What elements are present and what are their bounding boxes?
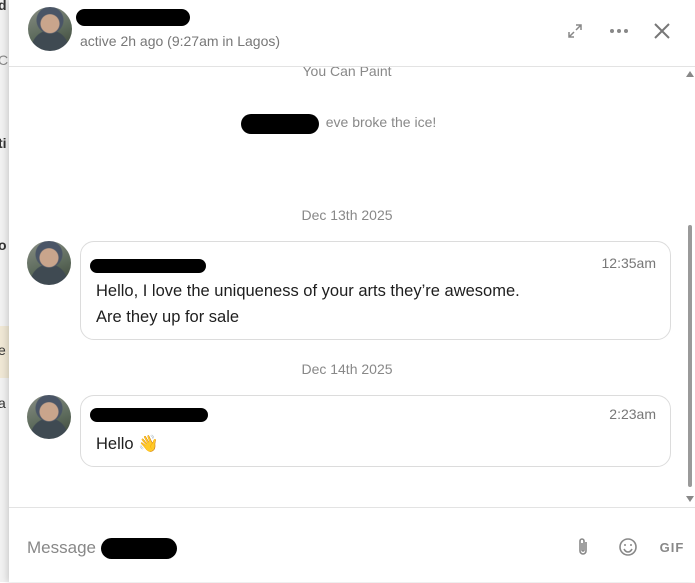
expand-icon bbox=[568, 24, 582, 38]
avatar[interactable] bbox=[28, 7, 72, 51]
avatar[interactable] bbox=[27, 241, 71, 285]
gif-label: GIF bbox=[659, 539, 685, 555]
date-separator: Dec 13th 2025 bbox=[301, 207, 393, 223]
context-label: You Can Paint bbox=[302, 67, 392, 79]
gif-button[interactable]: GIF bbox=[657, 536, 687, 558]
message-input[interactable]: Message bbox=[27, 538, 96, 558]
redacted-placeholder-name bbox=[101, 538, 177, 559]
paperclip-icon bbox=[579, 538, 587, 555]
more-options-button[interactable] bbox=[606, 18, 632, 44]
background-fragment: d bbox=[0, 0, 7, 13]
background-fragment: a bbox=[0, 395, 6, 411]
ice-breaker-notice: eve broke the ice! bbox=[9, 114, 685, 130]
message-time: 2:23am bbox=[609, 406, 656, 422]
ice-breaker-text: eve broke the ice! bbox=[325, 114, 437, 130]
contact-status: active 2h ago (9:27am in Lagos) bbox=[80, 33, 281, 49]
close-icon bbox=[654, 23, 670, 39]
redacted-name bbox=[241, 114, 319, 134]
scroll-down-icon[interactable] bbox=[686, 496, 694, 502]
message-list: You Can Paint eve broke the ice! Dec 13t… bbox=[9, 67, 685, 507]
message-card: 2:23am Hello 👋 bbox=[80, 395, 671, 467]
avatar[interactable] bbox=[27, 395, 71, 439]
scroll-up-icon[interactable] bbox=[686, 71, 694, 77]
redacted-sender-name bbox=[90, 408, 208, 422]
message-time: 12:35am bbox=[601, 255, 656, 271]
background-fragment: e bbox=[0, 342, 6, 358]
scrollbar-thumb[interactable] bbox=[688, 225, 692, 487]
chat-window: active 2h ago (9:27am in Lagos) You Can … bbox=[9, 0, 695, 582]
message-composer: Message GIF bbox=[9, 507, 695, 583]
background-fragment: C bbox=[0, 52, 9, 68]
more-icon bbox=[610, 29, 628, 33]
redacted-contact-name bbox=[76, 9, 190, 26]
smiley-icon bbox=[619, 538, 637, 556]
date-separator: Dec 14th 2025 bbox=[301, 361, 393, 377]
expand-button[interactable] bbox=[562, 18, 588, 44]
message-line: Hello 👋 bbox=[96, 435, 159, 453]
chat-header: active 2h ago (9:27am in Lagos) bbox=[9, 0, 695, 67]
background-fragment: ti bbox=[0, 135, 7, 151]
background-page: d C ti o e a bbox=[0, 0, 9, 582]
background-fragment: o bbox=[0, 237, 7, 253]
message-line: Hello, I love the uniqueness of your art… bbox=[96, 282, 520, 300]
message-card: 12:35am Hello, I love the uniqueness of … bbox=[80, 241, 671, 340]
redacted-sender-name bbox=[90, 259, 206, 273]
attach-button[interactable] bbox=[575, 536, 591, 558]
message-line: Are they up for sale bbox=[96, 308, 240, 326]
close-button[interactable] bbox=[649, 18, 675, 44]
emoji-button[interactable] bbox=[617, 536, 639, 558]
